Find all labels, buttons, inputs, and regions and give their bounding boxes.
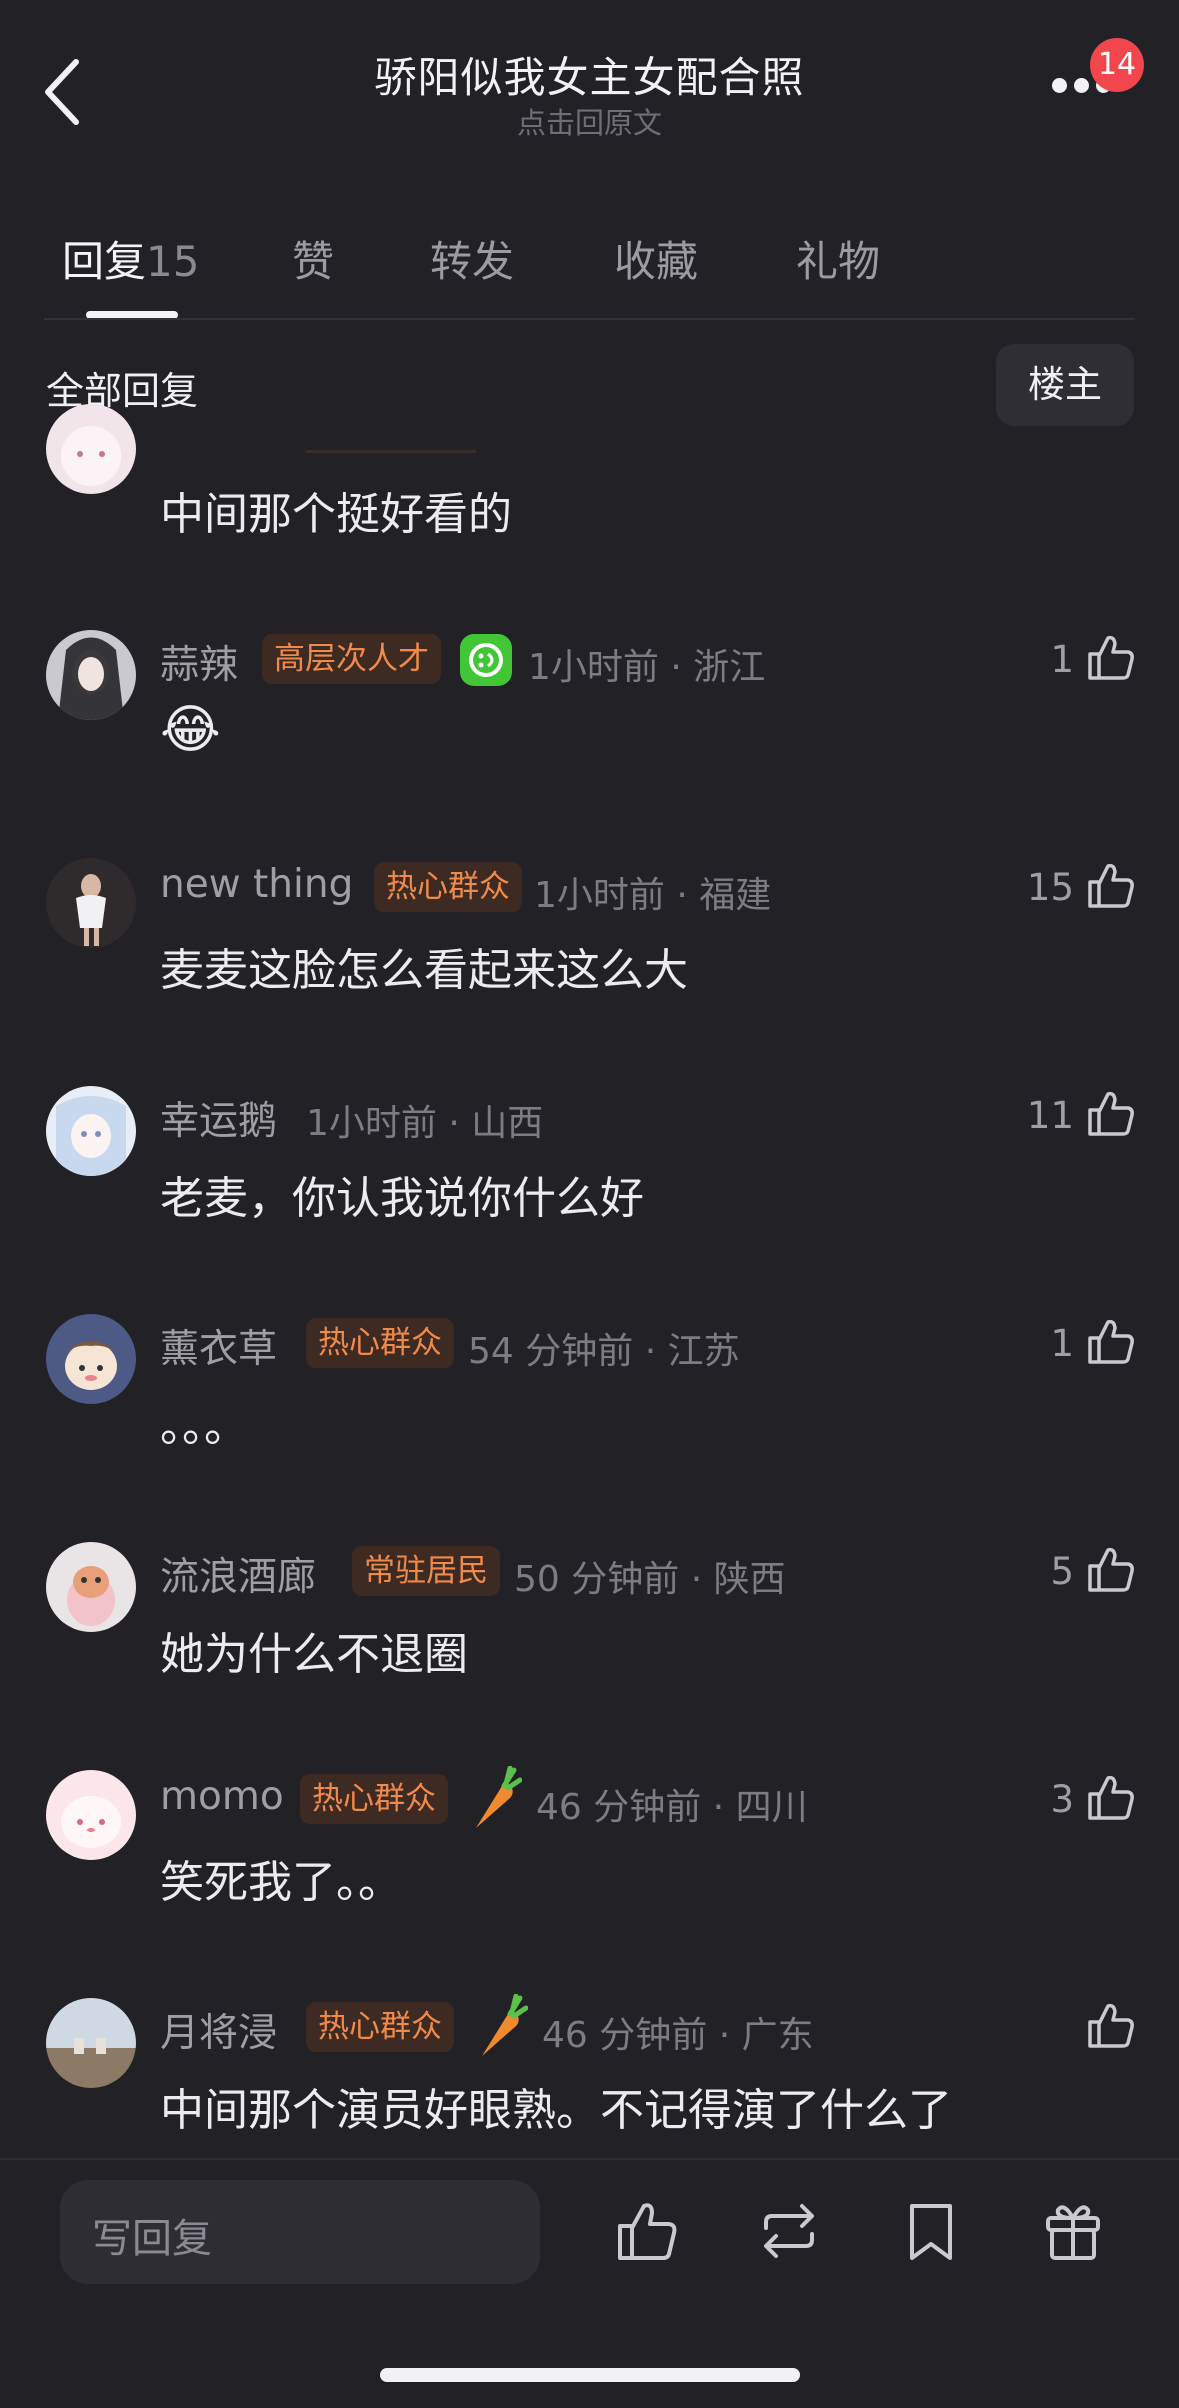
- comment-text: 笑死我了。。: [160, 1857, 402, 1908]
- thumbs-up-icon[interactable]: [1086, 1088, 1136, 1138]
- bottom-bar-divider: [0, 2158, 1179, 2160]
- carrot-icon: [476, 1766, 522, 1828]
- thumbs-up-icon[interactable]: [1086, 2000, 1136, 2050]
- like-count: 3: [1050, 1778, 1074, 1821]
- comment-author[interactable]: momo: [160, 1774, 284, 1819]
- avatar[interactable]: [46, 1998, 136, 2088]
- avatar[interactable]: [46, 1314, 136, 1404]
- comment-meta: 54 分钟前 · 江苏: [468, 1331, 740, 1372]
- comment-author[interactable]: 流浪酒廊: [160, 1546, 316, 1602]
- avatar[interactable]: [46, 630, 136, 720]
- comment-meta: 50 分钟前 · 陕西: [514, 1559, 786, 1600]
- tab-divider: [44, 318, 1135, 320]
- avatar[interactable]: [46, 858, 136, 948]
- tab-replies-label: 回复: [62, 237, 147, 286]
- user-tag-badge: 热心群众: [374, 862, 522, 912]
- notification-count-badge: 14: [1090, 38, 1144, 92]
- comment-text: 她为什么不退圈: [160, 1629, 468, 1680]
- thumbs-up-icon[interactable]: [1086, 1544, 1136, 1594]
- comment-text: 中间那个演员好眼熟。不记得演了什么了: [160, 2085, 952, 2136]
- back-to-original-link[interactable]: 点击回原文: [200, 100, 979, 142]
- user-tag-badge: 热心群众: [306, 1318, 454, 1368]
- like-count: 1: [1050, 1322, 1074, 1365]
- user-tag-badge: 热心群众: [300, 1774, 448, 1824]
- comment-meta: 46 分钟前 · 四川: [536, 1787, 808, 1828]
- home-indicator[interactable]: [380, 2368, 800, 2382]
- tab-replies[interactable]: 回复15: [62, 228, 199, 289]
- bookmark-icon[interactable]: [898, 2198, 964, 2264]
- comment-author[interactable]: new thing: [160, 862, 353, 907]
- tab-likes[interactable]: 赞: [292, 228, 334, 289]
- comment-meta: 46 分钟前 · 广东: [542, 2015, 814, 2056]
- green-smile-badge-icon: [460, 634, 512, 686]
- comment-text: 老麦，你认我说你什么好: [160, 1173, 644, 1224]
- all-replies-heading: 全部回复: [46, 369, 199, 413]
- like-count: 15: [1026, 866, 1074, 909]
- comment-text: 麦麦这脸怎么看起来这么大: [160, 945, 688, 996]
- back-button[interactable]: [42, 58, 82, 126]
- comment-author[interactable]: 月将浸: [160, 2002, 277, 2058]
- like-icon[interactable]: [614, 2198, 680, 2264]
- like-count: 1: [1050, 638, 1074, 681]
- comment-text: 。。。: [160, 1401, 248, 1452]
- repost-icon[interactable]: [756, 2198, 822, 2264]
- tab-favorites[interactable]: 收藏: [614, 228, 698, 289]
- page-title[interactable]: 骄阳似我女主女配合照: [200, 44, 979, 105]
- user-tag-badge: 常驻居民: [352, 1546, 500, 1596]
- tab-gifts[interactable]: 礼物: [796, 228, 880, 289]
- gift-icon[interactable]: [1040, 2198, 1106, 2264]
- comment-author[interactable]: 蒜辣: [160, 634, 238, 690]
- comment-author[interactable]: 薰衣草: [160, 1318, 277, 1374]
- tab-replies-count: 15: [146, 237, 200, 286]
- carrot-icon: [482, 1994, 528, 2056]
- comment-meta: 1小时前 · 福建: [534, 875, 772, 916]
- avatar[interactable]: [46, 404, 136, 494]
- comment-meta: 1小时前 · 山西: [306, 1103, 544, 1144]
- tab-reposts[interactable]: 转发: [430, 228, 514, 289]
- partial-tag: [306, 450, 476, 453]
- like-count: 11: [1026, 1094, 1074, 1137]
- comment-text: 中间那个挺好看的: [160, 489, 512, 540]
- reply-input-placeholder: 写回复: [92, 2216, 212, 2262]
- thumbs-up-icon[interactable]: [1086, 632, 1136, 682]
- avatar[interactable]: [46, 1086, 136, 1176]
- avatar[interactable]: [46, 1542, 136, 1632]
- user-tag-badge: 高层次人才: [262, 634, 441, 684]
- user-tag-badge: 热心群众: [306, 2002, 454, 2052]
- like-count: 5: [1050, 1550, 1074, 1593]
- thumbs-up-icon[interactable]: [1086, 1316, 1136, 1366]
- thumbs-up-icon[interactable]: [1086, 860, 1136, 910]
- op-only-filter-button[interactable]: 楼主: [996, 344, 1134, 426]
- thumbs-up-icon[interactable]: [1086, 1772, 1136, 1822]
- comment-meta: 1小时前 · 浙江: [528, 647, 766, 688]
- comment-author[interactable]: 幸运鹅: [160, 1090, 277, 1146]
- avatar[interactable]: [46, 1770, 136, 1860]
- comment-text: 😂: [160, 700, 221, 760]
